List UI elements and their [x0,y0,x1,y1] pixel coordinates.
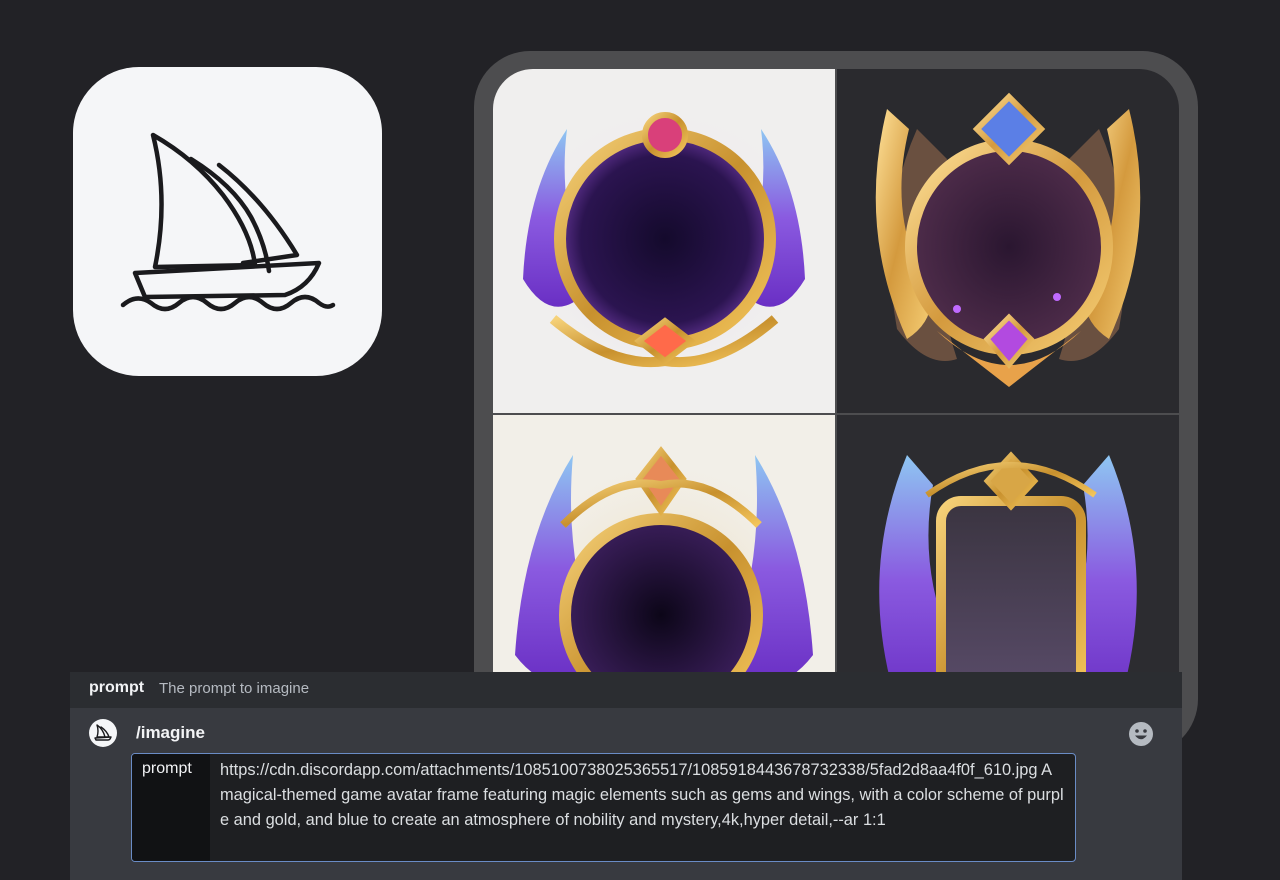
sailboat-icon [120,132,336,312]
smiley-emoji-icon[interactable] [1127,720,1155,748]
prompt-option-label: prompt [142,760,192,777]
image-tile-3[interactable] [493,415,835,689]
image-grid [493,69,1179,689]
sailboat-icon [94,724,112,741]
midjourney-app-icon [73,67,382,376]
image-tile-2[interactable] [837,69,1179,413]
prompt-input[interactable]: prompt https://cdn.discordapp.com/attach… [131,753,1076,862]
option-hint-bar: prompt The prompt to imagine [70,672,1182,708]
image-tile-1[interactable] [493,69,835,413]
command-name: /imagine [136,723,205,742]
prompt-value[interactable]: https://cdn.discordapp.com/attachments/1… [220,758,1065,833]
prompt-option-tag: prompt [132,754,210,861]
image-tile-4[interactable] [837,415,1179,689]
bot-avatar [89,719,117,747]
option-description: The prompt to imagine [159,680,310,697]
slash-command-composer: /imagine prompt https://cdn.discordapp.c… [70,708,1182,880]
option-name: prompt [89,679,145,696]
